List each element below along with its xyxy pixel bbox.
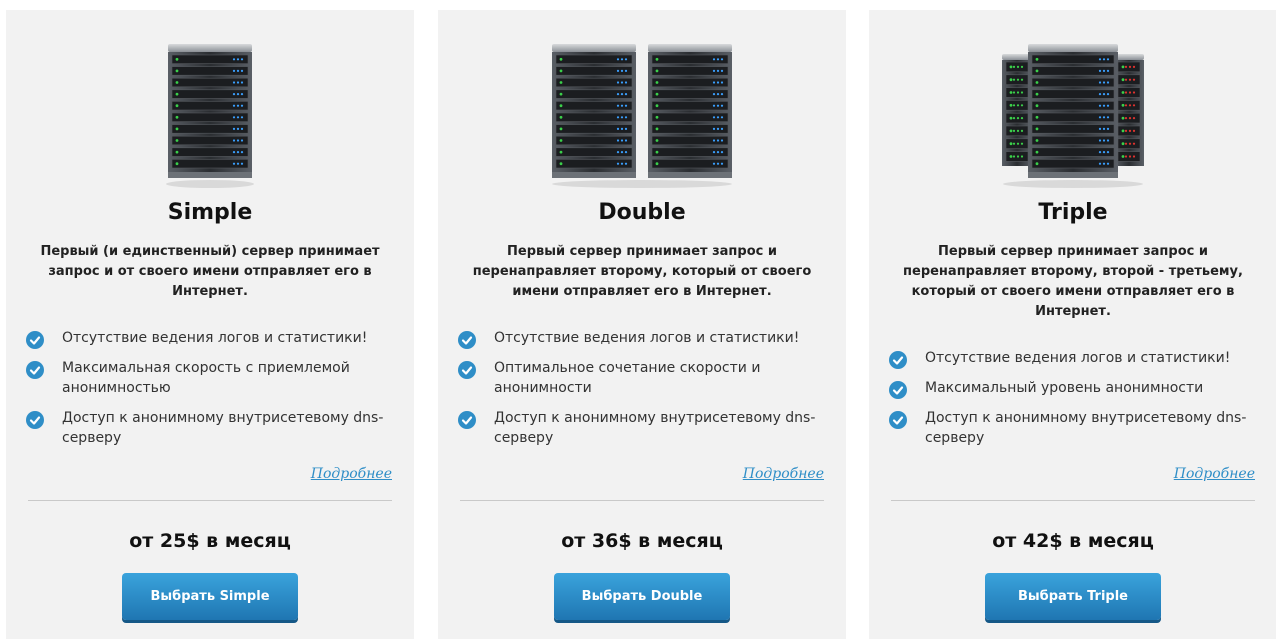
feature-text: Максимальный уровень анонимности: [925, 380, 1204, 396]
select-plan-button[interactable]: Выбрать Simple: [122, 573, 298, 620]
plan-description: Первый сервер принимает запрос и перенап…: [472, 244, 812, 299]
feature-list: Отсутствие ведения логов и статистики! М…: [26, 328, 386, 458]
feature-item: Максимальная скорость с приемлемой анони…: [26, 358, 386, 398]
feature-text: Максимальная скорость с приемлемой анони…: [62, 360, 350, 396]
feature-text: Доступ к анонимному внутрисетевому dns-с…: [62, 410, 384, 446]
checkmark-icon: [458, 331, 476, 349]
feature-text: Отсутствие ведения логов и статистики!: [494, 330, 800, 346]
feature-item: Доступ к анонимному внутрисетевому dns-с…: [458, 408, 818, 448]
feature-list: Отсутствие ведения логов и статистики! О…: [458, 328, 818, 458]
feature-text: Доступ к анонимному внутрисетевому dns-с…: [925, 410, 1247, 446]
plan-card-double: Double Первый сервер принимает запрос и …: [438, 10, 846, 639]
feature-text: Доступ к анонимному внутрисетевому dns-с…: [494, 410, 816, 446]
divider: [28, 500, 392, 501]
feature-item: Отсутствие ведения логов и статистики!: [458, 328, 818, 349]
plan-description: Первый (и единственный) сервер принимает…: [40, 244, 380, 299]
plan-card-simple: Simple Первый (и единственный) сервер пр…: [6, 10, 414, 639]
double-server-rack-icon: [438, 42, 846, 202]
feature-item: Максимальный уровень анонимности: [889, 378, 1249, 399]
checkmark-icon: [26, 361, 44, 379]
more-details-link[interactable]: Подробнее: [1174, 466, 1255, 482]
checkmark-icon: [889, 381, 907, 399]
divider: [460, 500, 824, 501]
checkmark-icon: [458, 361, 476, 379]
feature-text: Отсутствие ведения логов и статистики!: [62, 330, 368, 346]
plan-description: Первый сервер принимает запрос и перенап…: [903, 244, 1243, 319]
plan-price: от 36$ в месяц: [561, 530, 723, 552]
single-server-rack-icon: [6, 42, 414, 202]
plan-price: от 42$ в месяц: [992, 530, 1154, 552]
feature-text: Отсутствие ведения логов и статистики!: [925, 350, 1231, 366]
divider: [891, 500, 1255, 501]
checkmark-icon: [26, 411, 44, 429]
checkmark-icon: [458, 411, 476, 429]
plan-title: Simple: [167, 200, 253, 225]
select-plan-button[interactable]: Выбрать Double: [554, 573, 730, 620]
feature-list: Отсутствие ведения логов и статистики! М…: [889, 348, 1249, 458]
checkmark-icon: [26, 331, 44, 349]
select-plan-button[interactable]: Выбрать Triple: [985, 573, 1161, 620]
checkmark-icon: [889, 411, 907, 429]
checkmark-icon: [889, 351, 907, 369]
plan-title: Double: [598, 200, 686, 225]
triple-server-rack-icon: [869, 42, 1276, 202]
feature-text: Оптимальное сочетание скорости и анонимн…: [494, 360, 761, 396]
plan-price: от 25$ в месяц: [129, 530, 291, 552]
feature-item: Оптимальное сочетание скорости и анонимн…: [458, 358, 818, 398]
plan-card-triple: Triple Первый сервер принимает запрос и …: [869, 10, 1276, 639]
feature-item: Доступ к анонимному внутрисетевому dns-с…: [889, 408, 1249, 448]
feature-item: Доступ к анонимному внутрисетевому dns-с…: [26, 408, 386, 448]
more-details-link[interactable]: Подробнее: [311, 466, 392, 482]
more-details-link[interactable]: Подробнее: [743, 466, 824, 482]
feature-item: Отсутствие ведения логов и статистики!: [889, 348, 1249, 369]
feature-item: Отсутствие ведения логов и статистики!: [26, 328, 386, 349]
plan-title: Triple: [1038, 200, 1108, 225]
